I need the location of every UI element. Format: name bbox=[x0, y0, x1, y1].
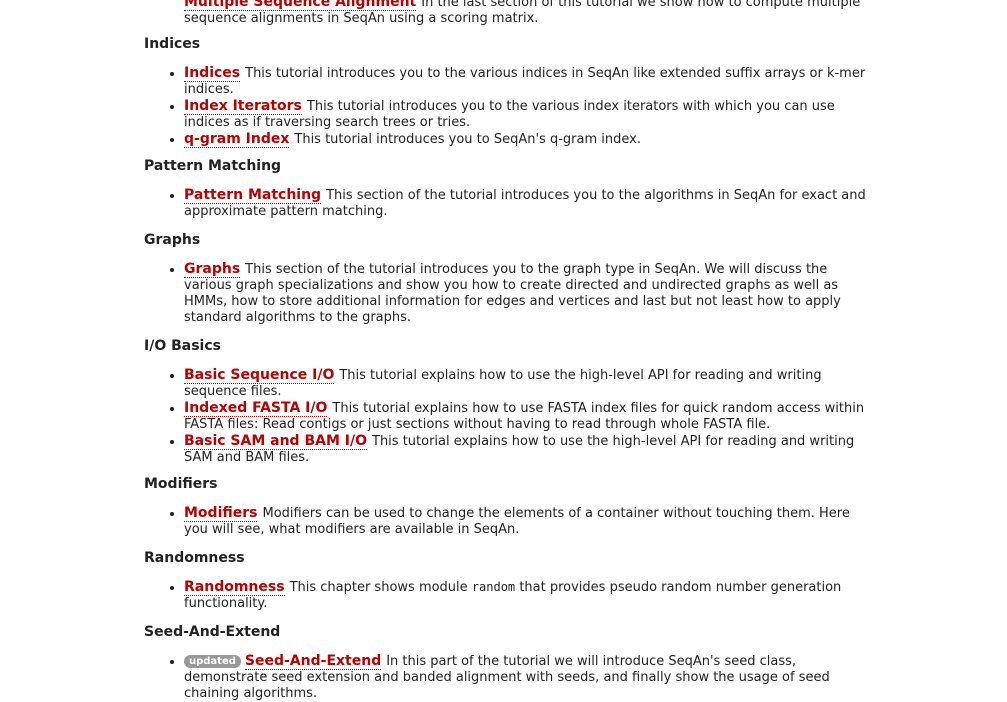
section-heading-pattern-matching: Pattern Matching bbox=[144, 158, 282, 174]
section-list-io-basics: Basic Sequence I/OThis tutorial explains… bbox=[0, 367, 1007, 466]
section-list-indices: IndicesThis tutorial introduces you to t… bbox=[0, 65, 1007, 148]
topic-link-indices[interactable]: Indices bbox=[184, 65, 241, 82]
list-item: GraphsThis section of the tutorial intro… bbox=[184, 261, 874, 326]
topic-link-pattern-matching[interactable]: Pattern Matching bbox=[184, 187, 322, 204]
list-item: Basic Sequence I/OThis tutorial explains… bbox=[184, 367, 874, 400]
topic-description: This tutorial introduces you to the vari… bbox=[184, 66, 866, 97]
section-heading-seed-and-extend: Seed-And-Extend bbox=[144, 624, 281, 640]
topic-link-randomness[interactable]: Randomness bbox=[184, 579, 285, 596]
topic-description: This section of the tutorial introduces … bbox=[184, 262, 841, 325]
topic-description: This tutorial introduces you to SeqAn's … bbox=[294, 132, 641, 147]
section-list-pattern-matching: Pattern MatchingThis section of the tuto… bbox=[0, 187, 1007, 220]
topic-link-basic-sequence-io[interactable]: Basic Sequence I/O bbox=[184, 367, 335, 384]
section-heading-io-basics: I/O Basics bbox=[144, 338, 221, 354]
list-item: Pattern MatchingThis section of the tuto… bbox=[184, 187, 874, 220]
topic-link-graphs[interactable]: Graphs bbox=[184, 261, 241, 278]
topic-link-basic-sam-bam-io[interactable]: Basic SAM and BAM I/O bbox=[184, 433, 367, 450]
topic-link-seed-and-extend[interactable]: Seed-And-Extend bbox=[244, 653, 382, 670]
section-list-graphs: GraphsThis section of the tutorial intro… bbox=[0, 261, 1007, 326]
list-item: Randomness This chapter shows module rand… bbox=[184, 579, 874, 612]
list-item: q-gram Index This tutorial introduces you… bbox=[184, 131, 874, 148]
topic-description-before: This chapter shows module bbox=[289, 580, 468, 595]
topic-link-indexed-fasta-io[interactable]: Indexed FASTA I/O bbox=[184, 400, 328, 417]
top-fragment-desc-line2: sequence alignments in SeqAn using a sco… bbox=[184, 11, 539, 26]
topic-link-multiple-sequence-alignment[interactable]: Multiple Sequence Alignment bbox=[184, 0, 417, 11]
section-heading-randomness: Randomness bbox=[144, 550, 245, 566]
section-heading-modifiers: Modifiers bbox=[144, 476, 218, 492]
section-heading-indices: Indices bbox=[144, 36, 201, 52]
list-item: ModifiersModifiers can be used to change… bbox=[184, 505, 874, 538]
list-item: IndicesThis tutorial introduces you to t… bbox=[184, 65, 874, 98]
list-item: Index IteratorsThis tutorial introduces … bbox=[184, 98, 874, 131]
section-list-modifiers: ModifiersModifiers can be used to change… bbox=[0, 505, 1007, 538]
topic-link-index-iterators[interactable]: Index Iterators bbox=[184, 98, 302, 115]
section-list-randomness: Randomness This chapter shows module rand… bbox=[0, 579, 1007, 612]
topic-link-modifiers[interactable]: Modifiers bbox=[184, 505, 258, 522]
module-name-code: random bbox=[471, 580, 516, 594]
topic-link-q-gram-index[interactable]: q-gram Index bbox=[184, 131, 290, 148]
topic-description: Modifiers can be used to change the elem… bbox=[184, 506, 850, 537]
list-item: Indexed FASTA I/OThis tutorial explains … bbox=[184, 400, 874, 433]
top-fragment-desc-line1: In the last section of this tutorial we … bbox=[421, 0, 861, 10]
top-fragment-item: Multiple Sequence Alignment In the last s… bbox=[184, 0, 884, 27]
updated-badge: updated bbox=[184, 655, 241, 668]
tutorial-page: Multiple Sequence Alignment In the last s… bbox=[0, 0, 1007, 701]
list-item: Basic SAM and BAM I/OThis tutorial expla… bbox=[184, 433, 874, 466]
section-heading-graphs: Graphs bbox=[144, 232, 201, 248]
